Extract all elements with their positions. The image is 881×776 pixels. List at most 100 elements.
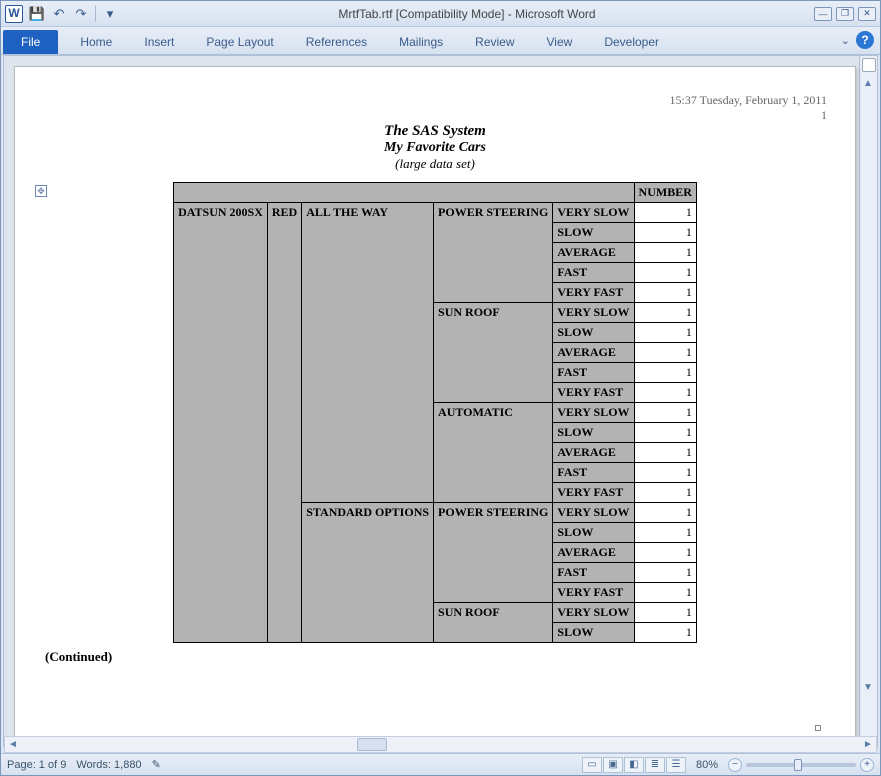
view-draft-icon[interactable]: ☰	[666, 757, 686, 773]
cell-value: 1	[634, 583, 696, 603]
cell-sub-sunroof: SUN ROOF	[434, 303, 553, 403]
table-row: DATSUN 200SX RED ALL THE WAY POWER STEER…	[174, 203, 697, 223]
undo-icon[interactable]: ↶	[49, 4, 69, 24]
cell-group-2: STANDARD OPTIONS	[302, 503, 434, 643]
cell-group-1: ALL THE WAY	[302, 203, 434, 503]
zoom-percent[interactable]: 80%	[696, 759, 718, 771]
cell-speed: VERY FAST	[553, 283, 634, 303]
window-title: MrtfTab.rtf [Compatibility Mode] - Micro…	[120, 7, 814, 21]
cell-sub-automatic: AUTOMATIC	[434, 403, 553, 503]
status-bar: Page: 1 of 9 Words: 1,880 ✎ ▭ ▣ ◧ ≣ ☰ 80…	[1, 753, 880, 775]
page-header: 15:37 Tuesday, February 1, 2011 1	[43, 93, 827, 123]
customize-qat-icon[interactable]: ▾	[100, 4, 120, 24]
cell-value: 1	[634, 463, 696, 483]
cell-value: 1	[634, 283, 696, 303]
cell-speed: VERY FAST	[553, 383, 634, 403]
view-full-screen-icon[interactable]: ▣	[603, 757, 623, 773]
window-controls: — ❐ ✕	[814, 7, 876, 21]
close-button[interactable]: ✕	[858, 7, 876, 21]
cell-value: 1	[634, 443, 696, 463]
save-icon[interactable]: 💾	[27, 4, 47, 24]
ribbon-tabs: File Home Insert Page Layout References …	[1, 27, 880, 55]
tab-home[interactable]: Home	[64, 30, 128, 54]
cell-value: 1	[634, 603, 696, 623]
cell-value: 1	[634, 423, 696, 443]
quick-access-toolbar: 💾 ↶ ↷ ▾	[27, 4, 120, 24]
file-tab[interactable]: File	[3, 30, 58, 54]
cell-speed: SLOW	[553, 423, 634, 443]
cell-speed: FAST	[553, 463, 634, 483]
cell-value: 1	[634, 263, 696, 283]
ruler-toggle-icon[interactable]	[862, 58, 876, 72]
cell-speed: FAST	[553, 263, 634, 283]
tab-review[interactable]: Review	[459, 30, 530, 54]
header-page-number: 1	[43, 108, 827, 123]
zoom-thumb[interactable]	[794, 759, 802, 771]
restore-button[interactable]: ❐	[836, 7, 854, 21]
view-outline-icon[interactable]: ≣	[645, 757, 665, 773]
tab-references[interactable]: References	[290, 30, 383, 54]
cell-speed: SLOW	[553, 523, 634, 543]
minimize-button[interactable]: —	[814, 7, 832, 21]
minimize-ribbon-icon[interactable]: ⌄	[841, 34, 850, 47]
cell-speed: VERY FAST	[553, 483, 634, 503]
zoom-track[interactable]	[746, 763, 856, 767]
redo-icon[interactable]: ↷	[71, 4, 91, 24]
view-web-layout-icon[interactable]: ◧	[624, 757, 644, 773]
cell-speed: SLOW	[553, 623, 634, 643]
zoom-out-button[interactable]: −	[728, 758, 742, 772]
scroll-right-icon[interactable]: ►	[860, 737, 876, 752]
header-spacer	[174, 183, 634, 203]
document-area[interactable]: ▲ ▼ ✥ 15:37 Tuesday, February 1, 2011 1 …	[3, 55, 878, 747]
tab-page-layout[interactable]: Page Layout	[190, 30, 289, 54]
app-icon[interactable]: W	[5, 5, 23, 23]
help-icon[interactable]: ?	[856, 31, 874, 49]
vertical-scrollbar[interactable]: ▲ ▼	[859, 56, 877, 746]
cell-speed: SLOW	[553, 223, 634, 243]
doc-note: (large data set)	[43, 156, 827, 172]
table-resize-handle-icon[interactable]	[815, 725, 821, 731]
zoom-in-button[interactable]: +	[860, 758, 874, 772]
page-content: 15:37 Tuesday, February 1, 2011 1 The SA…	[15, 67, 855, 665]
zoom-slider[interactable]: − +	[728, 758, 874, 772]
cell-speed: AVERAGE	[553, 543, 634, 563]
hscroll-track[interactable]	[21, 737, 860, 752]
cell-value: 1	[634, 383, 696, 403]
doc-subtitle: My Favorite Cars	[43, 140, 827, 156]
cell-value: 1	[634, 543, 696, 563]
proofing-icon[interactable]: ✎	[152, 758, 161, 771]
cell-sub-powersteering: POWER STEERING	[434, 203, 553, 303]
horizontal-scrollbar[interactable]: ◄ ►	[4, 736, 877, 753]
cell-speed: AVERAGE	[553, 343, 634, 363]
scroll-left-icon[interactable]: ◄	[5, 737, 21, 752]
cell-sub-sunroof2: SUN ROOF	[434, 603, 553, 643]
cell-value: 1	[634, 623, 696, 643]
cell-value: 1	[634, 223, 696, 243]
data-table[interactable]: NUMBER DATSUN 200SX RED ALL THE WAY POWE…	[173, 182, 697, 643]
cell-value: 1	[634, 403, 696, 423]
cell-value: 1	[634, 503, 696, 523]
view-print-layout-icon[interactable]: ▭	[582, 757, 602, 773]
cell-value: 1	[634, 563, 696, 583]
cell-value: 1	[634, 483, 696, 503]
cell-color: RED	[267, 203, 301, 643]
table-move-handle-icon[interactable]: ✥	[35, 185, 47, 197]
status-page[interactable]: Page: 1 of 9	[7, 759, 66, 771]
cell-value: 1	[634, 343, 696, 363]
view-buttons: ▭ ▣ ◧ ≣ ☰	[582, 757, 686, 773]
scroll-up-icon[interactable]: ▲	[861, 78, 875, 92]
tab-mailings[interactable]: Mailings	[383, 30, 459, 54]
cell-speed: FAST	[553, 563, 634, 583]
cell-value: 1	[634, 203, 696, 223]
cell-model: DATSUN 200SX	[174, 203, 268, 643]
scroll-down-icon[interactable]: ▼	[861, 682, 875, 696]
status-words[interactable]: Words: 1,880	[76, 759, 141, 771]
tab-insert[interactable]: Insert	[128, 30, 190, 54]
cell-speed: FAST	[553, 363, 634, 383]
tab-developer[interactable]: Developer	[588, 30, 675, 54]
cell-value: 1	[634, 523, 696, 543]
hscroll-thumb[interactable]	[357, 738, 387, 751]
document-page[interactable]: ✥ 15:37 Tuesday, February 1, 2011 1 The …	[14, 66, 856, 747]
table-header-row: NUMBER	[174, 183, 697, 203]
tab-view[interactable]: View	[531, 30, 589, 54]
